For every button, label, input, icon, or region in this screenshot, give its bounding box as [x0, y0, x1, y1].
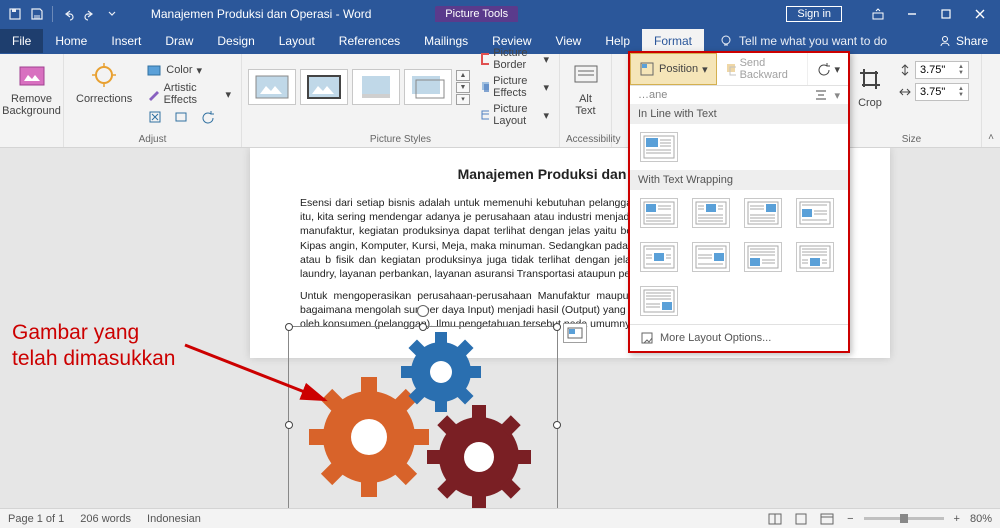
- menu-file[interactable]: File: [0, 29, 43, 53]
- undo-icon[interactable]: [59, 5, 77, 23]
- pos-bot-left[interactable]: [744, 242, 782, 272]
- zoom-out[interactable]: −: [843, 513, 857, 525]
- crop-button[interactable]: Crop: [848, 61, 892, 111]
- share-button[interactable]: Share: [938, 34, 988, 48]
- pos-top-left[interactable]: [640, 198, 678, 228]
- ribbon-options-icon[interactable]: [862, 3, 894, 25]
- picture-effects-button[interactable]: Picture Effects ▾: [476, 74, 553, 100]
- gallery-down[interactable]: ▼: [456, 82, 470, 93]
- inline-section-header: In Line with Text: [630, 104, 848, 124]
- styles-group-label: Picture Styles: [248, 132, 553, 145]
- menu-references[interactable]: References: [327, 29, 412, 53]
- zoom-level[interactable]: 80%: [970, 513, 992, 525]
- lightbulb-icon: [719, 34, 733, 48]
- autosave-icon[interactable]: [6, 5, 24, 23]
- color-icon: [146, 62, 162, 78]
- artistic-effects-button[interactable]: Artistic Effects ▾: [142, 81, 235, 107]
- effects-icon: [480, 80, 489, 94]
- resize-handle-ml[interactable]: [285, 421, 293, 429]
- pos-mid-left[interactable]: [796, 198, 834, 228]
- annotation-arrow: [180, 335, 340, 415]
- border-icon: [480, 52, 489, 66]
- more-options-icon: [640, 331, 654, 345]
- pos-top-right[interactable]: [744, 198, 782, 228]
- save-icon[interactable]: [28, 5, 46, 23]
- qat-more-icon[interactable]: [103, 5, 121, 23]
- view-read-mode[interactable]: [765, 511, 785, 527]
- minimize-icon[interactable]: [896, 3, 928, 25]
- height-icon: [898, 63, 912, 77]
- pos-mid-right[interactable]: [692, 242, 730, 272]
- height-input[interactable]: ▲▼: [915, 61, 969, 79]
- reset-picture-button[interactable]: [196, 109, 218, 125]
- window-title: Manajemen Produksi dan Operasi - Word: [127, 7, 395, 21]
- tell-me-label: Tell me what you want to do: [739, 34, 887, 48]
- compress-pictures-button[interactable]: [144, 109, 166, 125]
- rotate-handle[interactable]: [417, 305, 429, 317]
- brush-icon: [146, 86, 159, 102]
- change-picture-button[interactable]: [170, 109, 192, 125]
- pos-mid-center[interactable]: [640, 242, 678, 272]
- zoom-slider[interactable]: [864, 517, 944, 520]
- view-print-layout[interactable]: [791, 511, 811, 527]
- resize-handle-tr[interactable]: [553, 323, 561, 331]
- send-backward-button[interactable]: Send Backward: [717, 53, 809, 85]
- status-words[interactable]: 206 words: [80, 513, 131, 525]
- layout-options-button[interactable]: [563, 323, 587, 343]
- pos-top-center[interactable]: [692, 198, 730, 228]
- status-language[interactable]: Indonesian: [147, 513, 201, 525]
- position-button[interactable]: Position ▾: [630, 53, 717, 85]
- annotation-text: Gambar yang telah dimasukkan: [12, 320, 175, 373]
- position-icon: [639, 61, 655, 77]
- resize-handle-tl[interactable]: [285, 323, 293, 331]
- menu-design[interactable]: Design: [205, 29, 266, 53]
- adjust-group-label: Adjust: [70, 132, 235, 145]
- pos-bot-center[interactable]: [796, 242, 834, 272]
- picture-layout-button[interactable]: Picture Layout ▾: [476, 102, 553, 128]
- width-icon: [898, 85, 912, 99]
- menu-help[interactable]: Help: [593, 29, 642, 53]
- position-dropdown-panel: Position ▾ Send Backward ▾ …ane ▾ In Lin…: [628, 51, 850, 353]
- send-backward-icon: [725, 62, 736, 76]
- collapse-ribbon-icon[interactable]: ˄: [988, 132, 994, 143]
- corrections-button[interactable]: Corrections: [70, 57, 138, 125]
- zoom-in[interactable]: +: [950, 513, 964, 525]
- layout-icon: [480, 108, 489, 122]
- align-icon[interactable]: [814, 88, 828, 102]
- redo-icon[interactable]: [81, 5, 99, 23]
- position-inline[interactable]: [640, 132, 678, 162]
- picture-styles-gallery[interactable]: ▲ ▼ ▾: [248, 69, 470, 105]
- context-tab-label: Picture Tools: [435, 6, 518, 22]
- menu-mailings[interactable]: Mailings: [412, 29, 480, 53]
- menu-home[interactable]: Home: [43, 29, 99, 53]
- alt-text-button[interactable]: Alt Text: [566, 57, 605, 119]
- menu-insert[interactable]: Insert: [99, 29, 153, 53]
- color-button[interactable]: Color ▾: [142, 61, 235, 79]
- share-icon: [938, 34, 952, 48]
- rotate-button[interactable]: ▾: [808, 53, 848, 85]
- close-icon[interactable]: [964, 3, 996, 25]
- menu-draw[interactable]: Draw: [153, 29, 205, 53]
- pos-bot-right[interactable]: [640, 286, 678, 316]
- menu-format[interactable]: Format: [642, 29, 704, 53]
- remove-background-button[interactable]: Remove Background: [6, 57, 57, 119]
- view-web-layout[interactable]: [817, 511, 837, 527]
- resize-handle-tm[interactable]: [419, 323, 427, 331]
- wrapping-section-header: With Text Wrapping: [630, 170, 848, 190]
- sign-in-button[interactable]: Sign in: [786, 6, 842, 22]
- maximize-icon[interactable]: [930, 3, 962, 25]
- more-layout-options[interactable]: More Layout Options...: [630, 324, 848, 351]
- width-input[interactable]: ▲▼: [915, 83, 969, 101]
- picture-border-button[interactable]: Picture Border ▾: [476, 46, 553, 72]
- accessibility-group-label: Accessibility: [566, 132, 605, 145]
- selection-pane-partial[interactable]: …ane: [638, 89, 667, 101]
- resize-handle-mr[interactable]: [553, 421, 561, 429]
- tell-me-search[interactable]: Tell me what you want to do: [719, 34, 887, 48]
- gallery-up[interactable]: ▲: [456, 70, 470, 81]
- menu-layout[interactable]: Layout: [267, 29, 327, 53]
- size-group-label: Size: [848, 132, 975, 145]
- gallery-more[interactable]: ▾: [456, 94, 470, 105]
- status-page[interactable]: Page 1 of 1: [8, 513, 64, 525]
